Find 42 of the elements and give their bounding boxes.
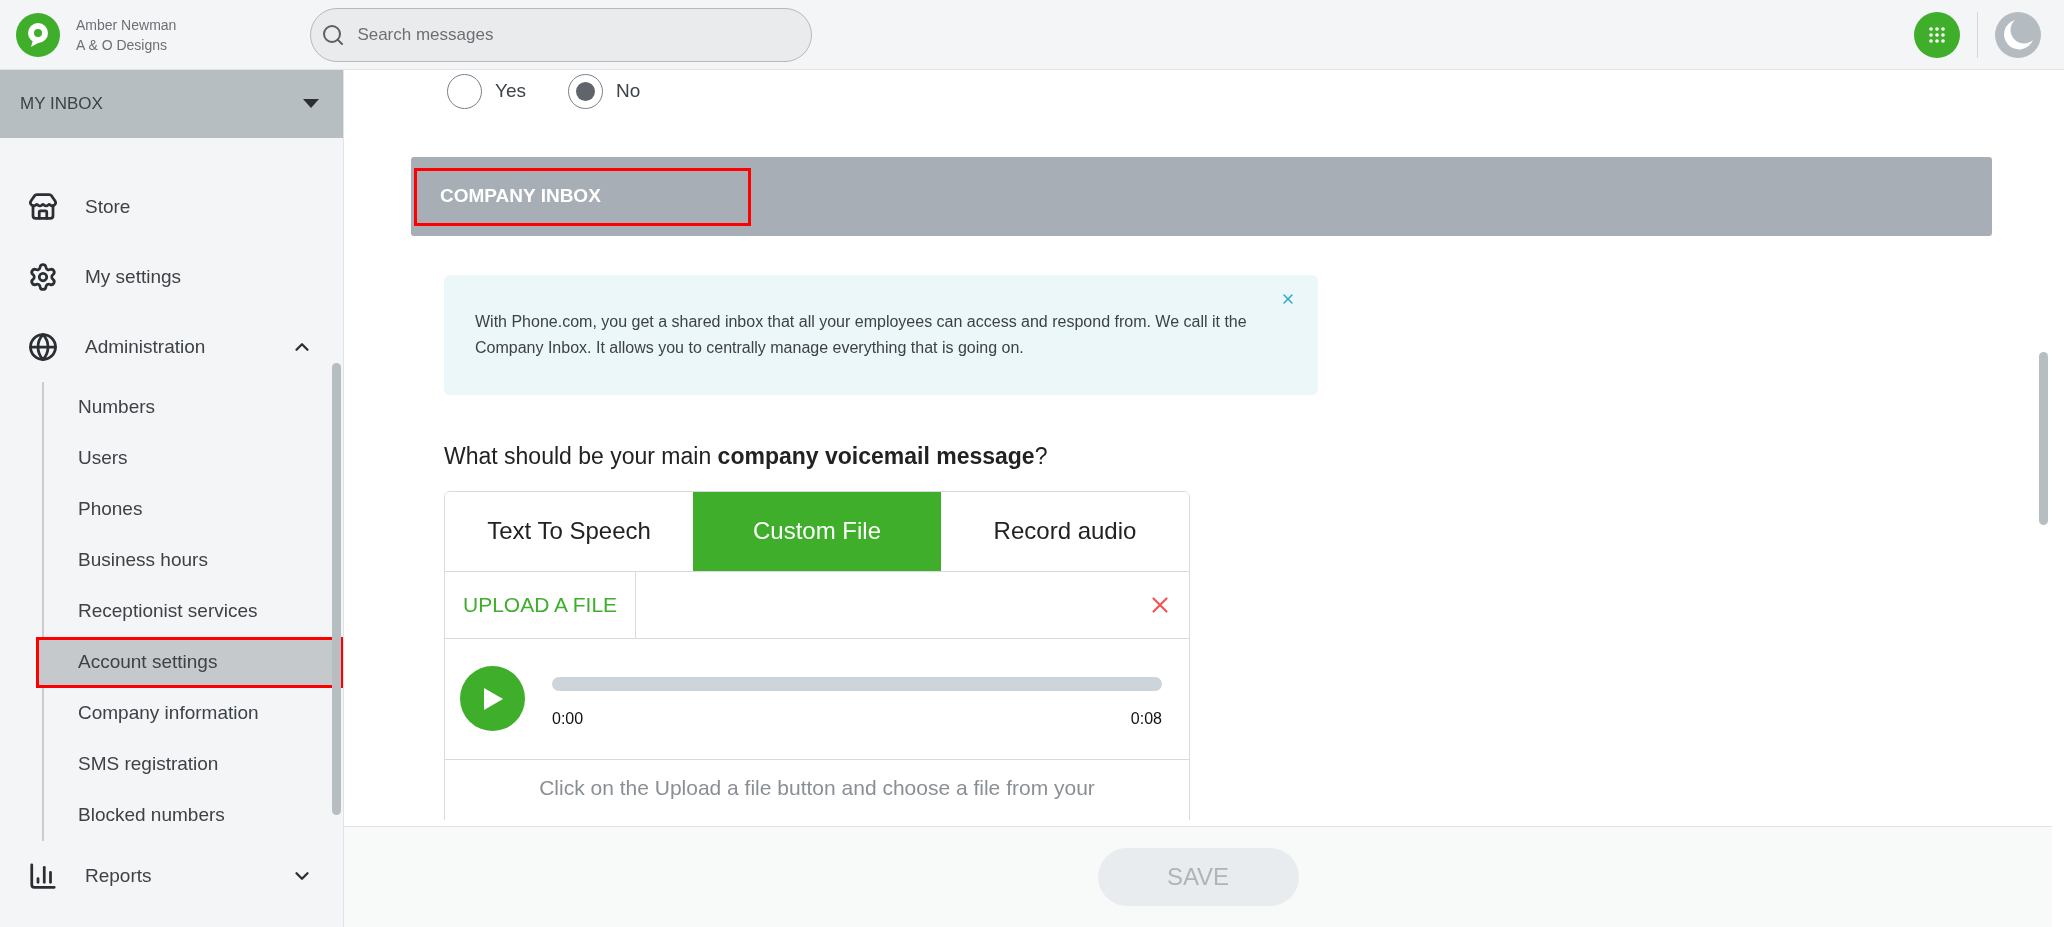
gear-icon [28, 262, 58, 292]
apps-button[interactable] [1914, 11, 1960, 58]
sidebar-item[interactable]: Store [85, 192, 313, 222]
sidebar-item[interactable]: Reports [85, 861, 291, 891]
sidebar-item[interactable]: Administration [85, 332, 291, 362]
total-time: 0:08 [1130, 708, 1162, 729]
bar-chart-icon [28, 861, 58, 891]
grid-icon [1929, 26, 1945, 43]
sidebar-subitem[interactable]: Company information [36, 688, 343, 739]
user-name: Amber Newman [76, 15, 177, 35]
radio-label: No [616, 79, 641, 104]
sidebar-subitem[interactable]: Blocked numbers [36, 790, 343, 841]
moon-icon[interactable] [1995, 11, 2041, 58]
question-text: What should be your main company voicemail message? [444, 442, 1049, 471]
radio-label: Yes [495, 79, 526, 104]
scrollbar[interactable] [2039, 352, 2048, 525]
radio-button[interactable] [447, 74, 482, 109]
sidebar-item[interactable]: My settings [85, 262, 313, 292]
search-field[interactable]: Search messages [310, 7, 813, 62]
play-icon [481, 686, 504, 711]
section-title: COMPANY INBOX [414, 167, 751, 226]
inbox-selector[interactable]: MY INBOX [0, 70, 343, 138]
globe-icon [28, 332, 58, 362]
store-icon [28, 192, 58, 222]
sidebar-subitem[interactable]: Users [36, 433, 343, 484]
sidebar-subitem[interactable]: Numbers [36, 382, 343, 433]
progress-track[interactable] [552, 676, 1162, 691]
sidebar-subitem[interactable]: Account settings [36, 637, 343, 688]
sidebar-subitem[interactable]: Phones [36, 484, 343, 535]
logo-icon [16, 12, 60, 57]
sidebar-subitem[interactable]: SMS registration [36, 739, 343, 790]
current-time: 0:00 [552, 708, 584, 729]
caret-down-icon [303, 99, 319, 109]
radio-button[interactable] [568, 74, 603, 109]
search-input[interactable]: Search messages [357, 21, 802, 48]
info-text: With Phone.com, you get a shared inbox that all your employees can access and respond from. We call it the Company Inbox. It allows you to centrally manage everything that is going on. [475, 312, 1248, 358]
company-name: A & O Designs [76, 35, 169, 55]
hint-text: Click on the Upload a file button and choose a file from your [539, 774, 1095, 801]
scrollbar[interactable] [332, 363, 341, 815]
sidebar-subitem[interactable]: Business hours [36, 535, 343, 586]
sidebar-subitem[interactable]: Receptionist services [36, 586, 343, 637]
search-icon [321, 22, 346, 47]
